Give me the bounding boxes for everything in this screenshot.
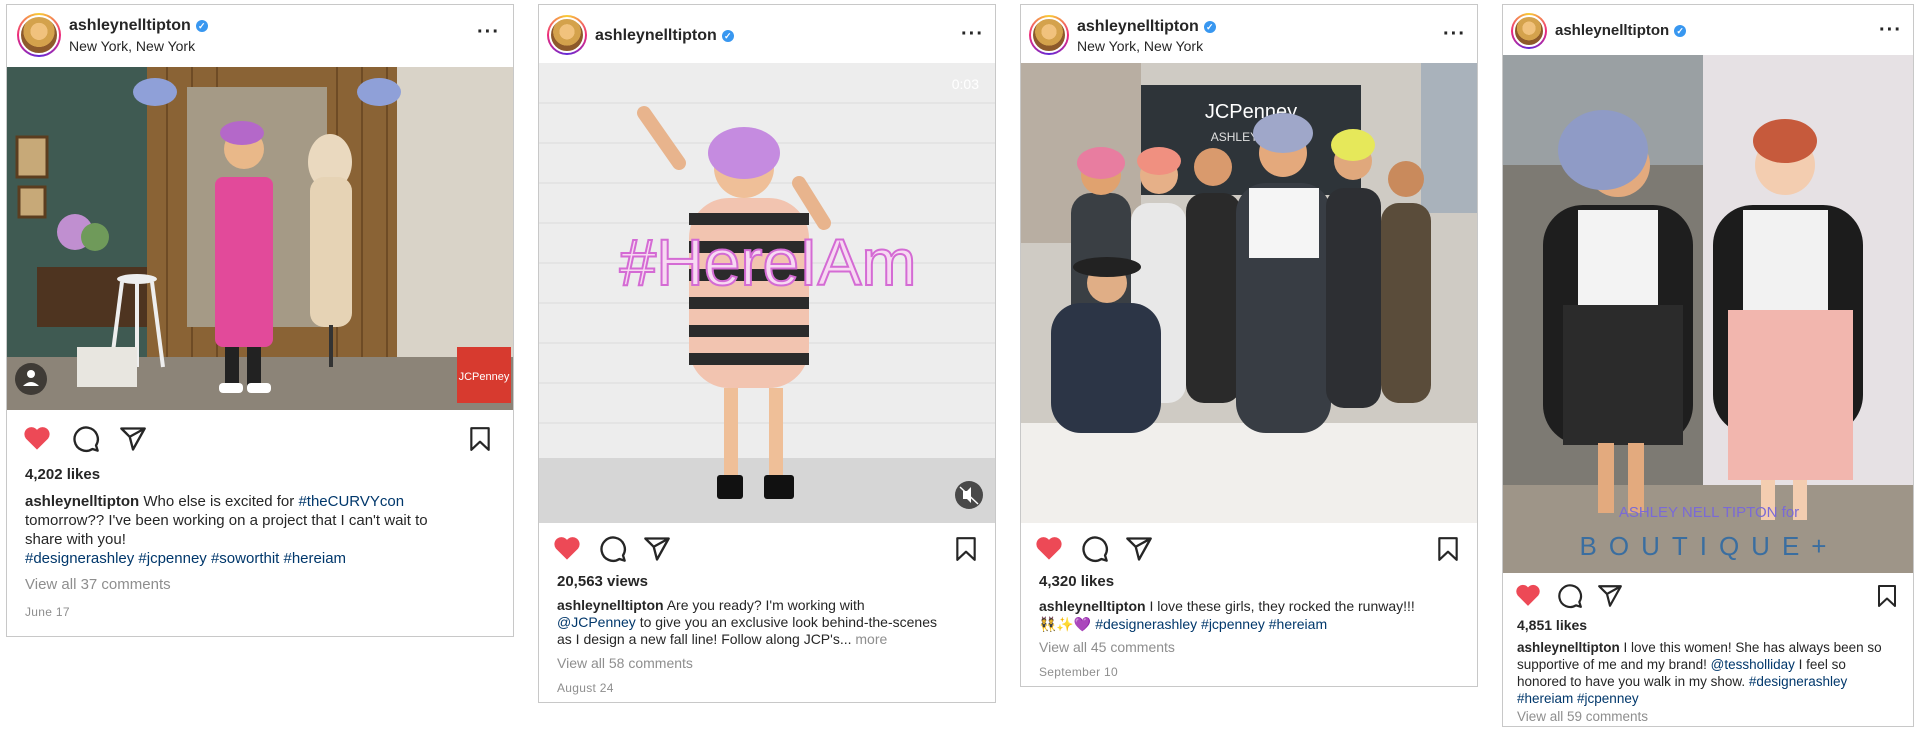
caption-text: I feel so xyxy=(1798,657,1846,672)
likes-count[interactable]: 4,320 likes xyxy=(1039,573,1114,590)
caption-text: Are you ready? I'm working with xyxy=(666,597,865,613)
heart-icon[interactable] xyxy=(553,535,581,561)
post-caption: ashleynelltipton I love this women! She … xyxy=(1517,639,1909,707)
caption-text: as I design a new fall line! Follow alon… xyxy=(557,631,852,647)
duo-photo: ASHLEY NELL TIPTON for BOUTIQUE+ xyxy=(1503,55,1913,573)
action-bar xyxy=(539,535,995,563)
heart-icon[interactable] xyxy=(1515,583,1541,607)
caption-username[interactable]: ashleynelltipton xyxy=(25,493,139,510)
post-photo[interactable]: JCPenney xyxy=(7,67,513,410)
avatar[interactable] xyxy=(1029,15,1069,55)
post-2: ashleynelltipton ✓ ··· #HereIAm 0:03 20,… xyxy=(538,4,996,703)
more-icon[interactable]: ··· xyxy=(1443,23,1466,46)
post-caption: ashleynelltipton Who else is excited for… xyxy=(25,492,505,568)
video-frame: #HereIAm 0:03 xyxy=(539,63,995,523)
verified-icon: ✓ xyxy=(721,30,734,42)
caption-text: honored to have you walk in my show. xyxy=(1517,674,1746,689)
post-caption: ashleynelltipton I love these girls, the… xyxy=(1039,597,1469,633)
hashtag-links[interactable]: #designerashley #jcpenney #hereiam xyxy=(1095,616,1327,632)
post-date[interactable]: June 17 xyxy=(25,605,70,619)
caption-text: tomorrow?? I've been working on a projec… xyxy=(25,512,428,529)
overlay-title: ASHLEY NELL TIPTON for xyxy=(1619,504,1799,521)
post-date[interactable]: September 10 xyxy=(1039,665,1118,679)
bookmark-icon[interactable] xyxy=(953,535,979,563)
post-1: ashleynelltipton ✓ New York, New York ··· xyxy=(6,4,514,637)
post-username[interactable]: ashleynelltipton ✓ xyxy=(1555,22,1687,39)
verified-icon: ✓ xyxy=(1674,25,1687,37)
mention-link[interactable]: @tessholliday xyxy=(1711,657,1795,672)
hashtag-link[interactable]: #designerashley xyxy=(1749,674,1847,689)
more-link[interactable]: more xyxy=(855,631,887,647)
avatar[interactable] xyxy=(17,13,61,57)
post-photo[interactable]: JCPenney ASHLEY NELL T xyxy=(1021,63,1477,523)
sewing-studio-photo: JCPenney xyxy=(7,67,513,410)
post-video[interactable]: #HereIAm 0:03 xyxy=(539,63,995,523)
heart-icon[interactable] xyxy=(1035,535,1063,561)
view-comments-link[interactable]: View all 45 comments xyxy=(1039,639,1175,655)
jcpenney-logo: JCPenney xyxy=(459,371,510,383)
video-overlay-text: #HereIAm xyxy=(619,225,916,299)
comment-icon[interactable] xyxy=(599,535,627,563)
post-username[interactable]: ashleynelltipton ✓ xyxy=(69,17,208,35)
user-tag-icon[interactable] xyxy=(15,363,47,395)
comment-icon[interactable] xyxy=(72,425,100,453)
post-3: ashleynelltipton ✓ New York, New York ···… xyxy=(1020,4,1478,687)
more-icon[interactable]: ··· xyxy=(1879,19,1902,42)
caption-username[interactable]: ashleynelltipton xyxy=(557,597,664,613)
more-icon[interactable]: ··· xyxy=(477,21,500,44)
post-4: ashleynelltipton ✓ ··· ASHLEY NELL TIPTO… xyxy=(1502,4,1914,727)
heart-icon[interactable] xyxy=(23,425,51,451)
more-icon[interactable]: ··· xyxy=(961,23,984,46)
share-icon[interactable] xyxy=(643,535,671,563)
post-username[interactable]: ashleynelltipton ✓ xyxy=(595,27,734,45)
avatar[interactable] xyxy=(1511,13,1547,49)
action-bar xyxy=(1503,583,1913,611)
avatar[interactable] xyxy=(547,15,587,55)
caption-text: Who else is excited for xyxy=(143,493,295,510)
view-comments-link[interactable]: View all 58 comments xyxy=(557,655,693,671)
comment-icon[interactable] xyxy=(1557,583,1583,609)
action-bar xyxy=(7,425,513,453)
hashtag-link[interactable]: #theCURVYcon xyxy=(298,493,404,510)
verified-icon: ✓ xyxy=(195,20,208,32)
video-timer: 0:03 xyxy=(952,76,979,92)
post-location[interactable]: New York, New York xyxy=(69,38,195,54)
caption-text: I love this women! She has always been s… xyxy=(1623,640,1882,655)
view-comments-link[interactable]: View all 59 comments xyxy=(1517,709,1648,724)
post-username[interactable]: ashleynelltipton ✓ xyxy=(1077,18,1216,36)
likes-count[interactable]: 4,851 likes xyxy=(1517,617,1587,633)
post-location[interactable]: New York, New York xyxy=(1077,38,1203,54)
hashtag-links[interactable]: #designerashley #jcpenney #soworthit #he… xyxy=(25,550,346,567)
verified-icon: ✓ xyxy=(1203,21,1216,33)
view-comments-link[interactable]: View all 37 comments xyxy=(25,576,171,593)
post-caption: ashleynelltipton Are you ready? I'm work… xyxy=(557,597,987,648)
likes-count[interactable]: 4,202 likes xyxy=(25,466,100,483)
caption-text: to give you an exclusive look behind-the… xyxy=(639,614,937,630)
action-bar xyxy=(1021,535,1477,563)
post-photo[interactable]: ASHLEY NELL TIPTON for BOUTIQUE+ xyxy=(1503,55,1913,573)
share-icon[interactable] xyxy=(1125,535,1153,563)
overlay-brand: BOUTIQUE+ xyxy=(1580,531,1839,561)
bookmark-icon[interactable] xyxy=(1435,535,1461,563)
bookmark-icon[interactable] xyxy=(467,425,493,453)
hashtag-links[interactable]: #hereiam #jcpenney xyxy=(1517,691,1639,706)
caption-emoji: 👯✨💜 xyxy=(1039,616,1092,632)
caption-text: I love these girls, they rocked the runw… xyxy=(1149,598,1415,614)
caption-text: share with you! xyxy=(25,531,126,548)
caption-username[interactable]: ashleynelltipton xyxy=(1039,598,1146,614)
views-count[interactable]: 20,563 views xyxy=(557,573,648,590)
post-date[interactable]: August 24 xyxy=(557,681,614,695)
bookmark-icon[interactable] xyxy=(1875,583,1899,609)
comment-icon[interactable] xyxy=(1081,535,1109,563)
share-icon[interactable] xyxy=(119,425,147,453)
mention-link[interactable]: @JCPenney xyxy=(557,614,636,630)
caption-username[interactable]: ashleynelltipton xyxy=(1517,640,1620,655)
runway-photo: JCPenney ASHLEY NELL T xyxy=(1021,63,1477,523)
caption-text: supportive of me and my brand! xyxy=(1517,657,1707,672)
share-icon[interactable] xyxy=(1597,583,1623,609)
